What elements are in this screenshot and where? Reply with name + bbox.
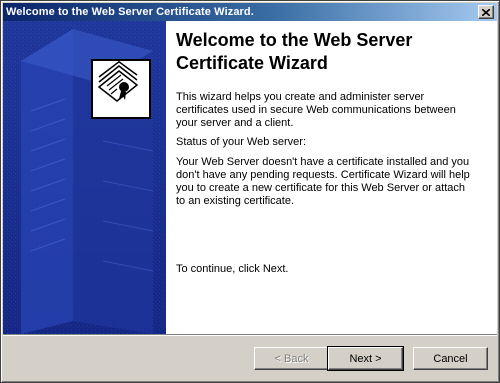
wizard-content: Welcome to the Web Server Certificate Wi… [166, 21, 497, 334]
status-text: Your Web Server doesn't have a certifica… [176, 156, 470, 207]
wizard-banner [3, 21, 166, 334]
page-title: Welcome to the Web Server Certificate Wi… [176, 30, 413, 73]
back-button[interactable]: < Back [254, 347, 329, 370]
certificate-wizard-icon [91, 59, 151, 119]
close-button[interactable] [478, 5, 494, 19]
intro-text: This wizard helps you create and adminis… [176, 91, 456, 129]
footer-divider-highlight [3, 335, 497, 336]
status-label: Status of your Web server: [176, 136, 307, 148]
wizard-window: Welcome to the Web Server Certificate Wi… [0, 0, 500, 383]
cancel-button[interactable]: Cancel [413, 347, 488, 370]
close-icon [482, 8, 490, 16]
title-bar[interactable]: Welcome to the Web Server Certificate Wi… [3, 3, 497, 21]
continue-instruction: To continue, click Next. [176, 263, 289, 275]
next-button[interactable]: Next > [327, 346, 404, 371]
window-title: Welcome to the Web Server Certificate Wi… [6, 6, 254, 18]
